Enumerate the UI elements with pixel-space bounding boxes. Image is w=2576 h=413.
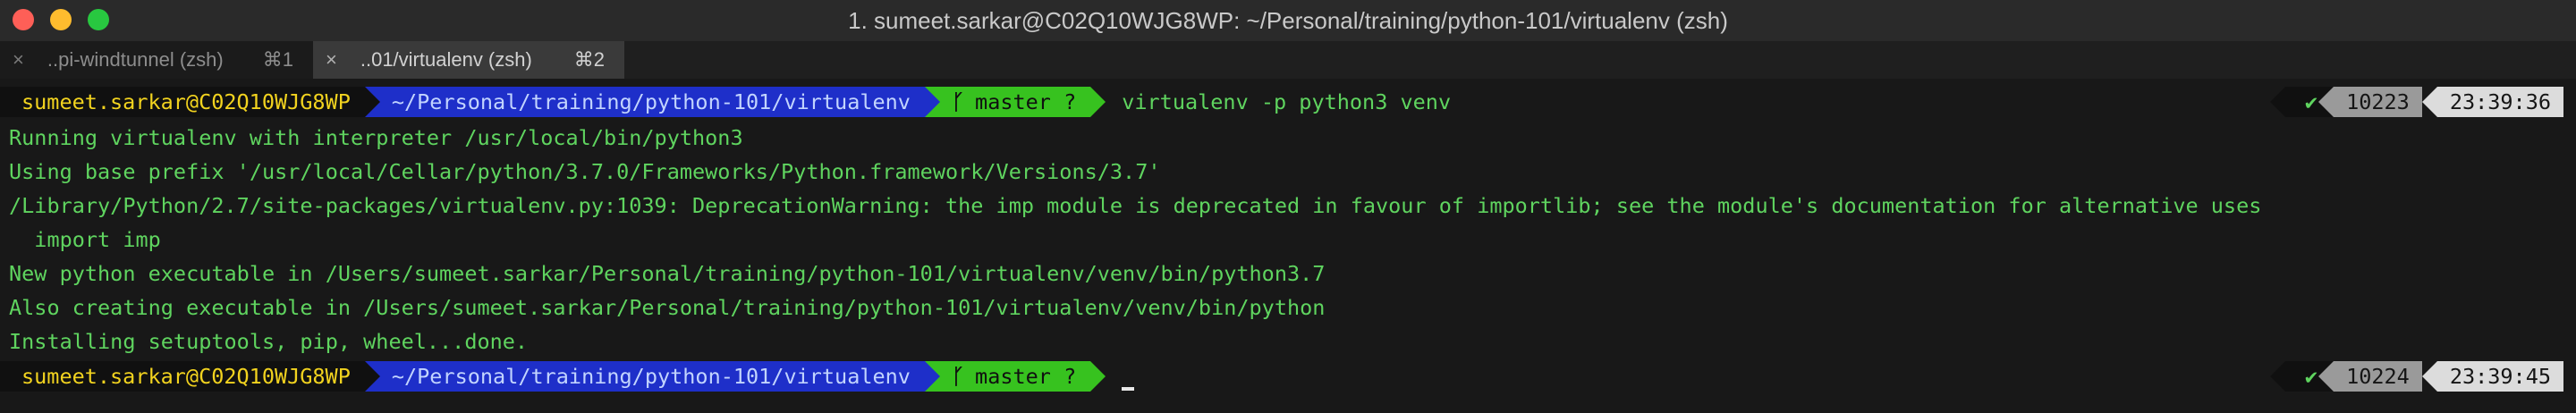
close-tab-icon[interactable]: × <box>326 48 337 72</box>
window-title: 1. sumeet.sarkar@C02Q10WJG8WP: ~/Persona… <box>848 7 1728 34</box>
output-line: import imp <box>9 227 161 252</box>
segment-separator <box>364 87 380 117</box>
output-line: Using base prefix '/usr/local/Cellar/pyt… <box>9 159 1161 184</box>
close-tab-icon[interactable]: × <box>13 48 24 72</box>
prompt-time: 23:39:45 <box>2436 361 2563 392</box>
segment-separator <box>1090 361 1106 392</box>
history-number: 10223 <box>2334 87 2422 117</box>
terminal-output[interactable]: sumeet.sarkar@C02Q10WJG8WP ~/Personal/tr… <box>0 79 2576 413</box>
git-branch-icon: ᚴ <box>951 364 965 389</box>
terminal-window: 1. sumeet.sarkar@C02Q10WJG8WP: ~/Persona… <box>0 0 2576 413</box>
git-branch-icon: ᚴ <box>951 89 965 114</box>
segment-separator <box>2318 361 2334 392</box>
git-branch: master ? <box>975 364 1077 389</box>
prompt-path-segment: ~/Personal/training/python-101/virtualen… <box>364 361 925 392</box>
segment-separator <box>924 87 940 117</box>
tab-label: ..pi-windtunnel (zsh) <box>47 48 224 71</box>
tab-bar: × ..pi-windtunnel (zsh) ⌘1 × ..01/virtua… <box>0 41 2576 80</box>
segment-separator <box>924 361 940 392</box>
tab-shortcut: ⌘2 <box>573 48 605 71</box>
output-line: New python executable in /Users/sumeet.s… <box>9 261 1326 286</box>
prompt-line: sumeet.sarkar@C02Q10WJG8WP ~/Personal/tr… <box>0 360 1135 392</box>
git-branch: master ? <box>975 89 1077 114</box>
right-prompt: ✔ 10224 23:39:45 <box>2269 360 2563 392</box>
output-line: Installing setuptools, pip, wheel...done… <box>9 329 529 354</box>
prompt-path-segment: ~/Personal/training/python-101/virtualen… <box>364 87 925 117</box>
segment-separator <box>2269 87 2285 117</box>
tab-label: ..01/virtualenv (zsh) <box>360 48 532 71</box>
output-line: /Library/Python/2.7/site-packages/virtua… <box>9 193 2262 218</box>
prompt-user-segment: sumeet.sarkar@C02Q10WJG8WP <box>0 361 365 392</box>
tab-pi-windtunnel[interactable]: × ..pi-windtunnel (zsh) ⌘1 <box>0 41 313 79</box>
command-text: virtualenv -p python3 venv <box>1122 89 1452 114</box>
prompt-git-segment: ᚴ master ? <box>924 361 1091 392</box>
text-cursor[interactable] <box>1122 387 1135 391</box>
prompt-time: 23:39:36 <box>2436 87 2563 117</box>
output-line: Running virtualenv with interpreter /usr… <box>9 125 743 150</box>
tab-shortcut: ⌘1 <box>262 48 293 71</box>
segment-separator <box>2269 361 2285 392</box>
output-line: Also creating executable in /Users/sumee… <box>9 295 1326 320</box>
history-number: 10224 <box>2334 361 2422 392</box>
segment-separator <box>2421 361 2437 392</box>
tab-virtualenv[interactable]: × ..01/virtualenv (zsh) ⌘2 <box>313 41 624 79</box>
title-bar: 1. sumeet.sarkar@C02Q10WJG8WP: ~/Persona… <box>0 0 2576 41</box>
segment-separator <box>364 361 380 392</box>
segment-separator <box>2318 87 2334 117</box>
prompt-user-segment: sumeet.sarkar@C02Q10WJG8WP <box>0 87 365 117</box>
prompt-git-segment: ᚴ master ? <box>924 87 1091 117</box>
right-prompt: ✔ 10223 23:39:36 <box>2269 86 2563 118</box>
prompt-line: sumeet.sarkar@C02Q10WJG8WP ~/Personal/tr… <box>0 86 1451 118</box>
segment-separator <box>1090 87 1106 117</box>
segment-separator <box>2421 87 2437 117</box>
